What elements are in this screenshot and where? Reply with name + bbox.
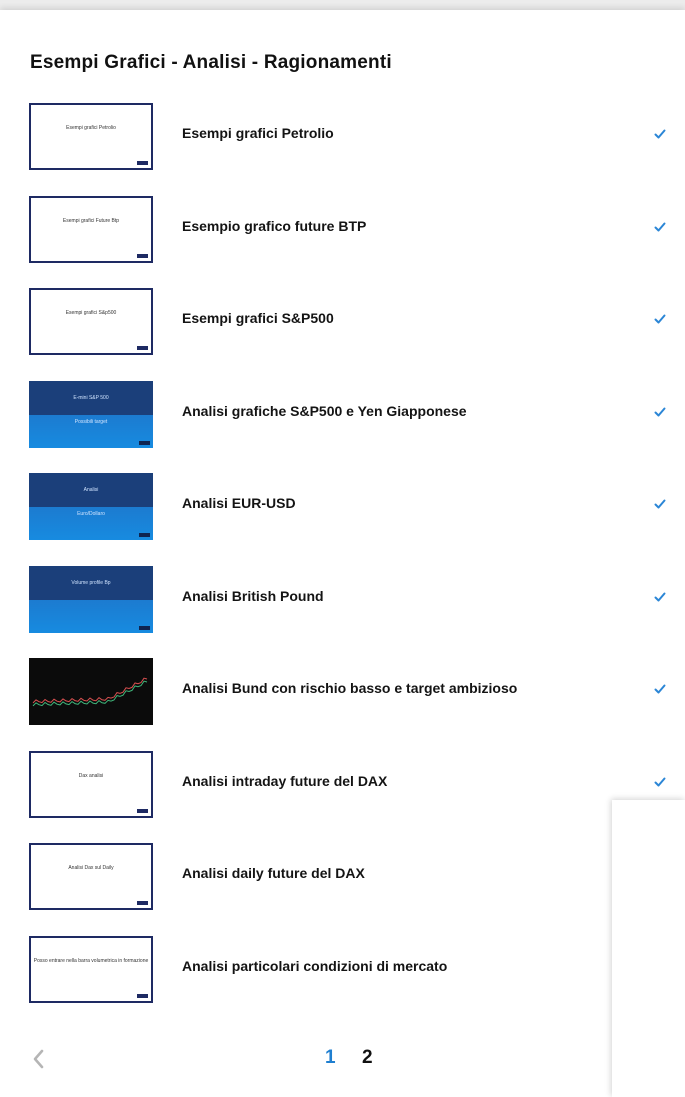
lesson-title[interactable]: Analisi intraday future del DAX bbox=[182, 773, 387, 789]
section-title: Esempi Grafici - Analisi - Ragionamenti bbox=[30, 52, 392, 73]
checkmark-icon bbox=[654, 129, 666, 139]
pagination: 1 2 bbox=[0, 1040, 612, 1080]
lesson-thumbnail[interactable]: Esempi grafici S&p500 bbox=[29, 288, 153, 355]
floating-card bbox=[612, 800, 685, 1097]
lesson-title[interactable]: Analisi British Pound bbox=[182, 588, 324, 604]
lesson-title[interactable]: Analisi particolari condizioni di mercat… bbox=[182, 958, 447, 974]
lesson-title[interactable]: Analisi EUR-USD bbox=[182, 495, 296, 511]
thumbnail-logo-mark bbox=[137, 161, 148, 165]
checkmark-icon bbox=[654, 222, 666, 231]
thumbnail-caption: Esempi grafici S&p500 bbox=[65, 310, 117, 316]
lesson-thumbnail[interactable] bbox=[29, 658, 153, 725]
thumbnail-subcaption: Euro/Dollaro bbox=[77, 511, 105, 517]
page-1-link[interactable]: 1 bbox=[325, 1047, 336, 1069]
thumbnail-logo-mark bbox=[137, 993, 148, 998]
lesson-item[interactable]: Analisi Euro/Dollaro Analisi EUR-USD bbox=[0, 468, 685, 561]
lesson-title[interactable]: Esempio grafico future BTP bbox=[182, 218, 366, 234]
checkmark-icon bbox=[654, 684, 666, 694]
thumbnail-logo-mark bbox=[139, 625, 150, 630]
lesson-thumbnail[interactable]: Posso entrare nella barra volumetrica in… bbox=[29, 935, 153, 1003]
thumbnail-caption: Analisi Dax sul Daily bbox=[68, 865, 114, 871]
lesson-thumbnail[interactable]: Analisi Euro/Dollaro bbox=[29, 473, 153, 540]
lesson-thumbnail[interactable]: Esempi grafici Future Btp bbox=[29, 195, 153, 263]
checkmark-icon bbox=[654, 592, 666, 601]
lesson-item[interactable]: Volume profile Bp Analisi British Pound bbox=[0, 561, 685, 654]
thumbnail-logo-mark bbox=[137, 901, 148, 905]
lesson-thumbnail[interactable]: Dax analisi bbox=[29, 750, 153, 818]
lesson-item[interactable]: Analisi Bund con rischio basso e target … bbox=[0, 653, 685, 746]
thumbnail-caption: Volume profile Bp bbox=[71, 579, 111, 586]
lesson-item[interactable]: Dax analisi Analisi intraday future del D… bbox=[0, 746, 685, 839]
thumbnail-band bbox=[29, 599, 153, 633]
lesson-item[interactable]: Esempi grafici Future Btp Esempio grafico… bbox=[0, 191, 685, 284]
thumbnail-caption: Analisi bbox=[83, 487, 99, 493]
chevron-left-icon[interactable] bbox=[30, 1048, 48, 1070]
thumbnail-logo-mark bbox=[139, 533, 150, 537]
lesson-title[interactable]: Esempi grafici S&P500 bbox=[182, 310, 334, 326]
checkmark-icon bbox=[654, 777, 666, 786]
thumbnail-logo-mark bbox=[137, 253, 148, 258]
thumbnail-logo-mark bbox=[137, 808, 148, 813]
page-2-link[interactable]: 2 bbox=[362, 1047, 373, 1069]
thumbnail-caption: Posso entrare nella barra volumetrica in… bbox=[33, 957, 149, 964]
thumbnail-caption: Dax analisi bbox=[78, 772, 104, 779]
lesson-title[interactable]: Esempi grafici Petrolio bbox=[182, 125, 334, 141]
thumbnail-caption: Esempi grafici Future Btp bbox=[62, 217, 120, 224]
lesson-title[interactable]: Analisi daily future del DAX bbox=[182, 865, 365, 881]
lesson-item[interactable]: Posso entrare nella barra volumetrica in… bbox=[0, 931, 685, 1024]
lesson-item[interactable]: Esempi grafici S&p500 Esempi grafici S&P5… bbox=[0, 283, 685, 376]
lesson-item[interactable]: Esempi grafici Petrolio Esempi grafici Pe… bbox=[0, 98, 685, 191]
lesson-thumbnail[interactable]: Volume profile Bp bbox=[29, 565, 153, 633]
thumbnail-caption: Esempi grafici Petrolio bbox=[66, 125, 116, 131]
checkmark-icon bbox=[654, 499, 666, 509]
thumbnail-caption: E-mini S&P 500 bbox=[73, 394, 109, 401]
lesson-title[interactable]: Analisi grafiche S&P500 e Yen Giapponese bbox=[182, 403, 467, 419]
thumbnail-logo-mark bbox=[137, 346, 148, 350]
lesson-thumbnail[interactable]: Esempi grafici Petrolio bbox=[29, 103, 153, 170]
thumbnail-logo-mark bbox=[139, 440, 150, 445]
chart-thumbnail-graphic bbox=[32, 677, 148, 707]
lesson-title[interactable]: Analisi Bund con rischio basso e target … bbox=[182, 680, 517, 696]
checkmark-icon bbox=[654, 314, 666, 324]
lesson-thumbnail[interactable]: E-mini S&P 500 Possibili target bbox=[29, 380, 153, 448]
thumbnail-subcaption: Possibili target bbox=[74, 418, 108, 425]
lesson-list: Esempi grafici Petrolio Esempi grafici Pe… bbox=[0, 98, 685, 1023]
lesson-thumbnail[interactable]: Analisi Dax sul Daily bbox=[29, 843, 153, 910]
checkmark-icon bbox=[654, 407, 666, 416]
lesson-item[interactable]: Analisi Dax sul Daily Analisi daily futur… bbox=[0, 838, 685, 931]
lesson-item[interactable]: E-mini S&P 500 Possibili target Analisi gr… bbox=[0, 376, 685, 469]
